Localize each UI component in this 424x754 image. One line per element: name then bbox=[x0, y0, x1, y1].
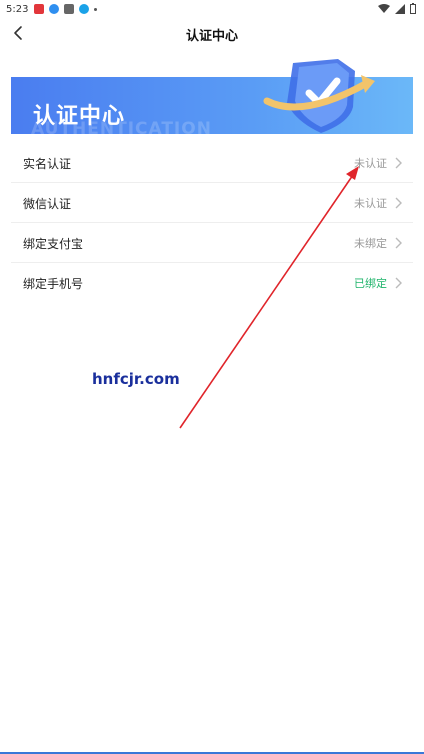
notification-icons bbox=[34, 4, 98, 14]
battery-icon bbox=[410, 3, 416, 14]
nav-bar: 认证中心 bbox=[0, 18, 424, 48]
app-notification-icon bbox=[79, 4, 90, 14]
row-status: 未认证 bbox=[354, 197, 387, 210]
banner-title: 认证中心 bbox=[33, 104, 126, 129]
row-status: 已绑定 bbox=[354, 277, 387, 290]
app-notification-icon bbox=[64, 4, 75, 14]
auth-list: 实名认证 未认证 微信认证 未认证 绑定支付宝 未绑定 绑定手机号 已绑定 bbox=[0, 143, 424, 303]
row-label: 绑定手机号 bbox=[23, 277, 84, 291]
page-title: 认证中心 bbox=[185, 29, 238, 44]
row-label: 实名认证 bbox=[23, 157, 72, 171]
list-item-wechat[interactable]: 微信认证 未认证 bbox=[11, 183, 413, 223]
status-time: 5:23 bbox=[6, 3, 29, 15]
list-item-real-name[interactable]: 实名认证 未认证 bbox=[11, 143, 413, 183]
status-bar: 5:23 bbox=[0, 0, 424, 18]
row-status: 未认证 bbox=[354, 157, 387, 170]
banner: AUTHENTICATION 认证中心 bbox=[11, 59, 413, 139]
row-status: 未绑定 bbox=[354, 237, 387, 250]
chevron-right-icon bbox=[395, 237, 402, 249]
row-label: 绑定支付宝 bbox=[23, 237, 84, 251]
row-label: 微信认证 bbox=[23, 197, 72, 211]
system-icons bbox=[378, 3, 416, 14]
list-item-alipay[interactable]: 绑定支付宝 未绑定 bbox=[11, 223, 413, 263]
more-notifications-icon bbox=[94, 7, 98, 11]
watermark-text: hnfcjr.com bbox=[92, 370, 180, 388]
chevron-right-icon bbox=[395, 277, 402, 289]
shield-check-icon bbox=[263, 59, 375, 133]
chevron-right-icon bbox=[395, 157, 402, 169]
app-notification-icon bbox=[34, 4, 45, 14]
chevron-right-icon bbox=[395, 197, 402, 209]
app-notification-icon bbox=[49, 4, 60, 14]
list-item-phone[interactable]: 绑定手机号 已绑定 bbox=[11, 263, 413, 303]
wifi-icon bbox=[378, 3, 390, 13]
signal-icon bbox=[395, 3, 405, 14]
